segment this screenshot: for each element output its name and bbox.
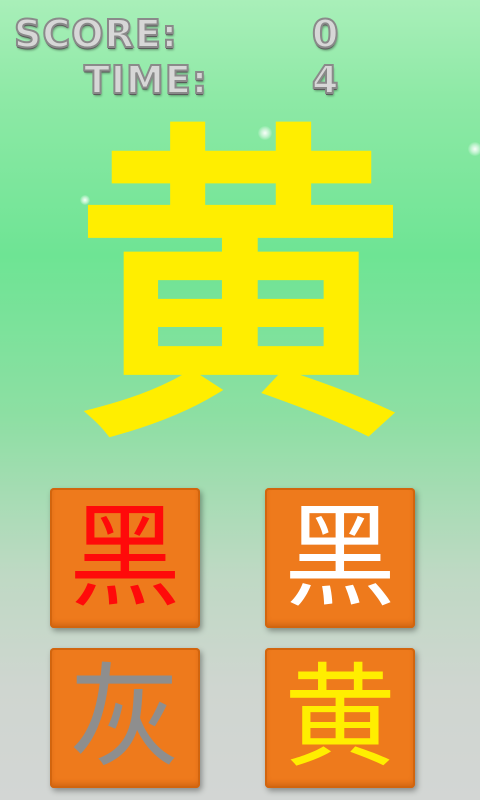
score-label: SCORE: — [13, 12, 178, 56]
sparkle-decoration — [468, 142, 480, 156]
answer-tile-4-character: 黄 — [284, 653, 396, 783]
score-value: 0 — [311, 12, 340, 56]
target-character: 黄 — [75, 98, 405, 482]
answer-tile-2[interactable]: 黑 — [265, 488, 415, 628]
answer-tile-2-character: 黑 — [284, 493, 396, 623]
time-value: 4 — [311, 58, 340, 102]
answer-tile-3[interactable]: 灰 — [50, 648, 200, 788]
answer-tile-3-character: 灰 — [69, 653, 181, 783]
time-label: TIME: — [83, 58, 209, 102]
answer-tile-1[interactable]: 黑 — [50, 488, 200, 628]
answer-tile-4[interactable]: 黄 — [265, 648, 415, 788]
answer-tile-1-character: 黑 — [69, 493, 181, 623]
